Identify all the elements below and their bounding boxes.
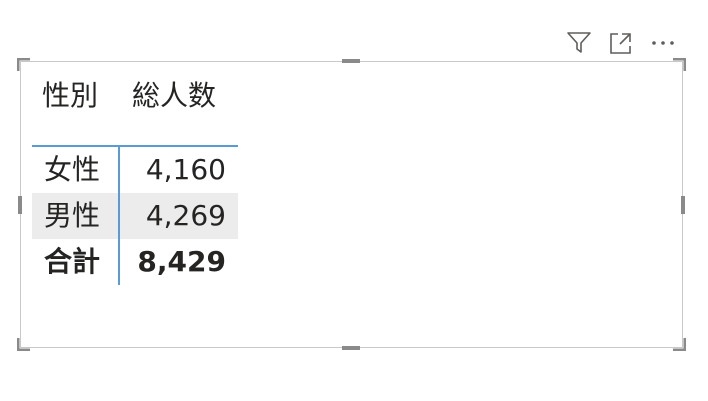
row-header-divider [118,146,120,285]
resize-handle-left[interactable] [18,196,22,214]
more-options-icon[interactable] [650,30,676,56]
resize-handle-top-left[interactable] [17,58,31,72]
total-label: 合計 [44,245,101,278]
resize-handle-top-right[interactable] [672,58,686,72]
resize-handle-top[interactable] [342,59,360,63]
resize-handle-bottom-left[interactable] [17,337,31,351]
table-row[interactable]: 女性 4,160 [32,147,238,193]
row-label: 男性 [44,199,101,232]
row-value: 4,160 [145,153,226,186]
filter-icon[interactable] [566,30,592,56]
total-row[interactable]: 合計 8,429 [32,239,238,285]
total-value: 8,429 [137,245,226,278]
resize-handle-bottom[interactable] [342,346,360,350]
row-label: 女性 [44,153,101,186]
column-header-gender[interactable]: 性別 [42,78,98,114]
visual-header [566,30,680,56]
focus-mode-icon[interactable] [608,30,634,56]
resize-handle-bottom-right[interactable] [672,337,686,351]
matrix-table: 性別 総人数 女性 4,160 男性 4,269 合計 8,429 [32,62,238,286]
row-value: 4,269 [145,199,226,232]
table-row[interactable]: 男性 4,269 [32,193,238,239]
resize-handle-right[interactable] [681,196,685,214]
column-header-total-count[interactable]: 総人数 [132,78,216,114]
